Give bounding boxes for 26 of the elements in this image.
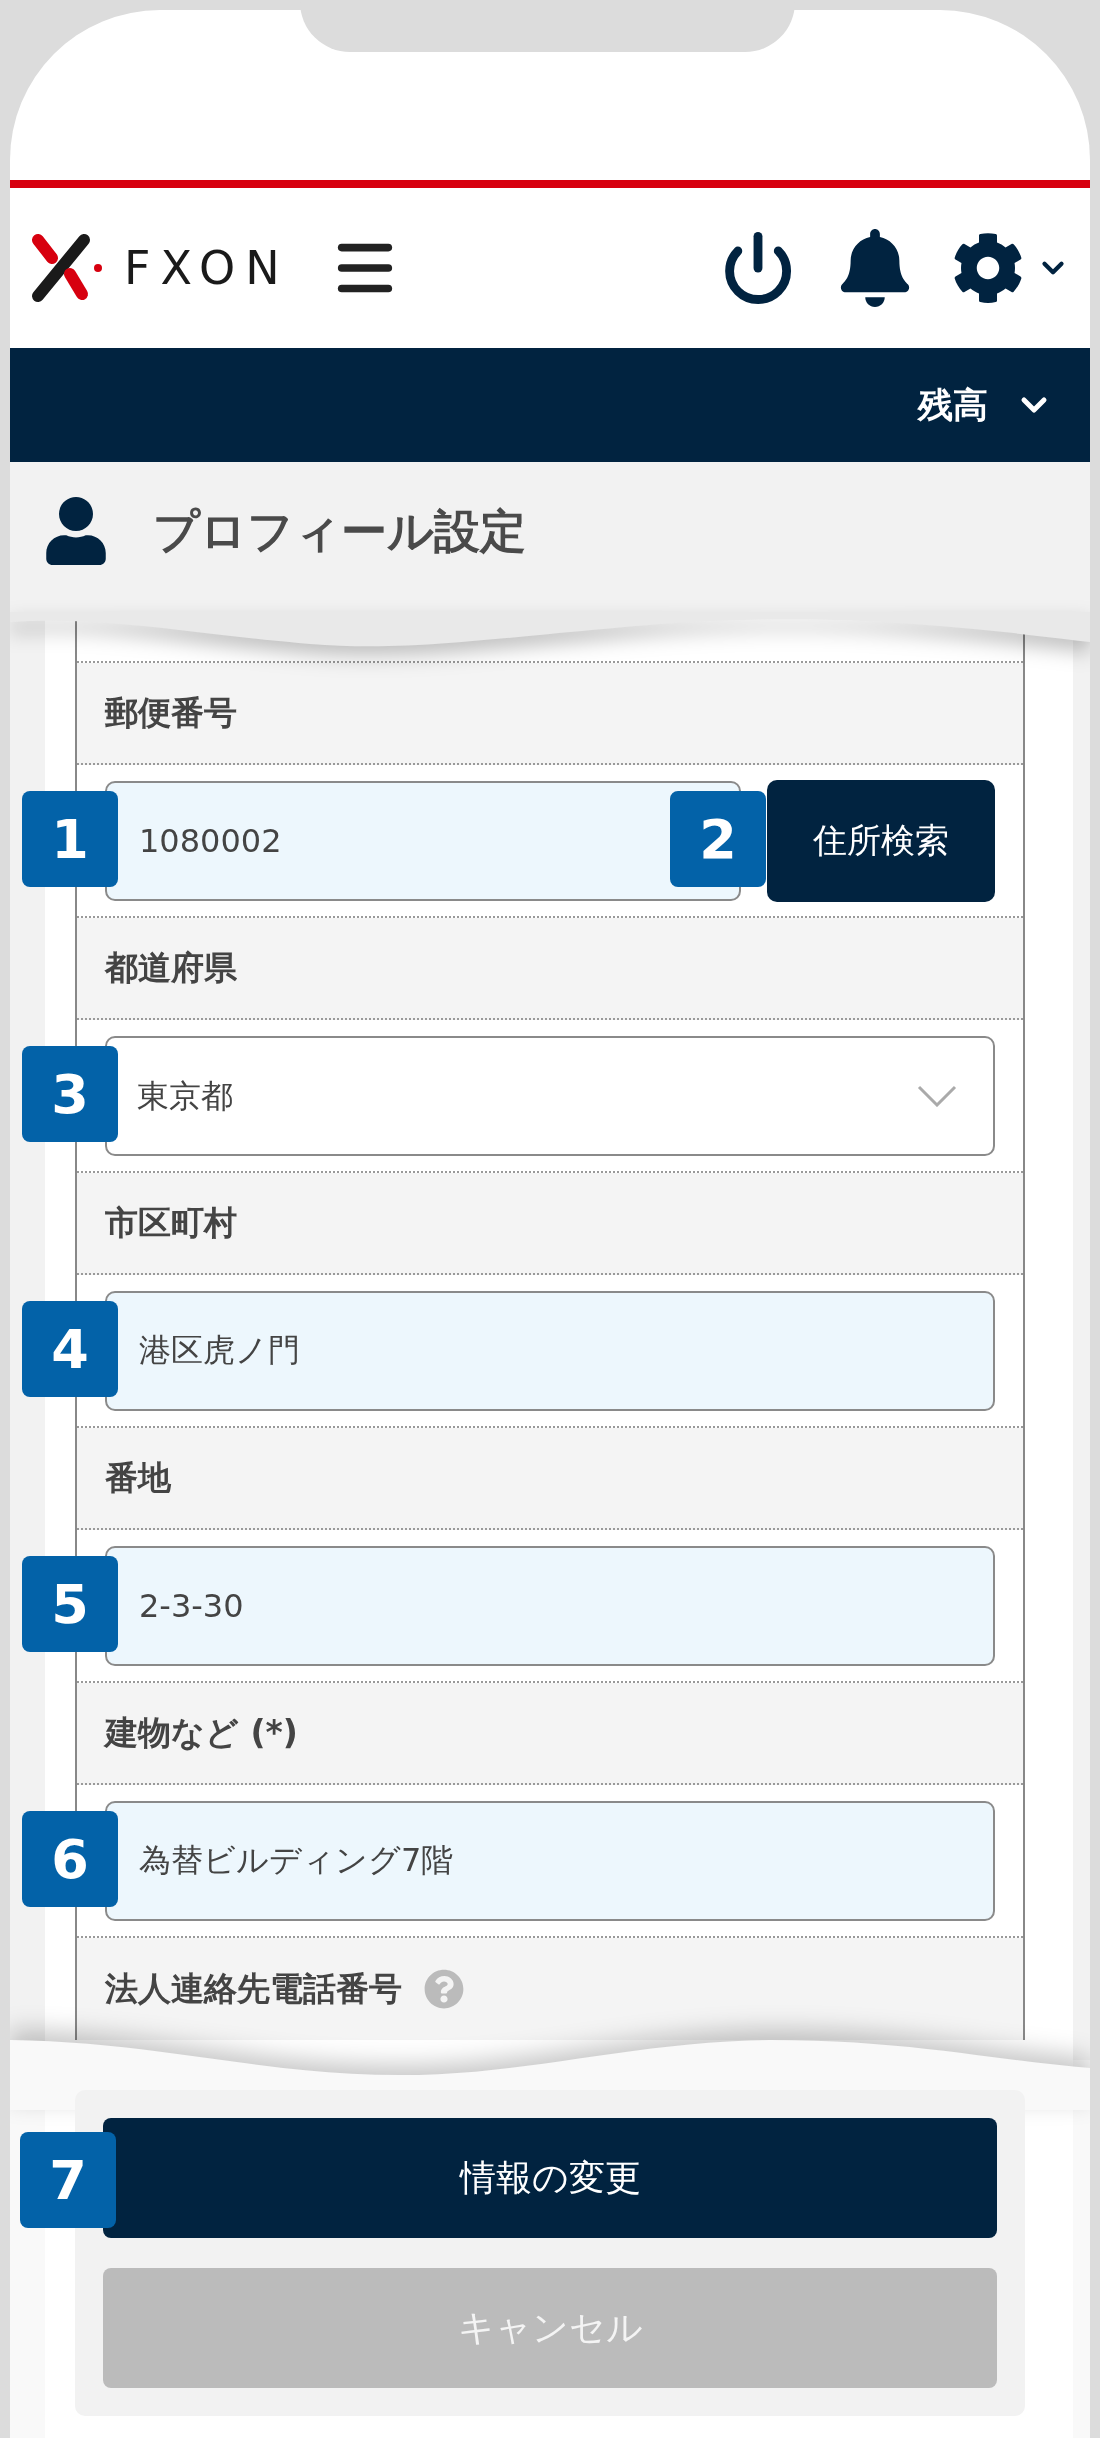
user-icon bbox=[45, 497, 107, 565]
input-field[interactable]: 為替ビルディング7階 bbox=[105, 1800, 995, 1921]
input-field[interactable]: 2-3-30 bbox=[105, 1545, 995, 1666]
change-info-button[interactable]: 情報の変更 bbox=[103, 2118, 997, 2238]
address-search-button[interactable]: 住所検索 bbox=[767, 779, 995, 902]
step-number-badge: 2 bbox=[670, 791, 766, 887]
step-number-badge: 3 bbox=[22, 1046, 118, 1142]
step-number-badge: 1 bbox=[22, 791, 118, 887]
settings-icon[interactable] bbox=[952, 232, 1024, 304]
field-label: 番地 bbox=[105, 1457, 171, 1500]
step-number-badge: 5 bbox=[22, 1556, 118, 1652]
step-number-badge: 7 bbox=[20, 2132, 116, 2228]
select-field[interactable]: 東京都 bbox=[105, 1035, 995, 1156]
field-label: 郵便番号 bbox=[105, 692, 237, 735]
notification-bell-icon[interactable] bbox=[838, 229, 912, 307]
field-label: 建物など (*) bbox=[105, 1712, 298, 1755]
step-number-badge: 6 bbox=[22, 1811, 118, 1907]
field-label: 法人連絡先電話番号 bbox=[105, 1968, 402, 2011]
field-label: 市区町村 bbox=[105, 1202, 237, 1245]
step-number-badge: 4 bbox=[22, 1301, 118, 1397]
logo-text: FXON bbox=[124, 239, 290, 297]
balance-label[interactable]: 残高 bbox=[918, 378, 988, 432]
input-field[interactable]: 港区虎ノ門 bbox=[105, 1290, 995, 1411]
page-title: プロフィール設定 bbox=[153, 502, 526, 560]
field-label: 都道府県 bbox=[105, 947, 237, 990]
chevron-icon bbox=[917, 1084, 957, 1107]
